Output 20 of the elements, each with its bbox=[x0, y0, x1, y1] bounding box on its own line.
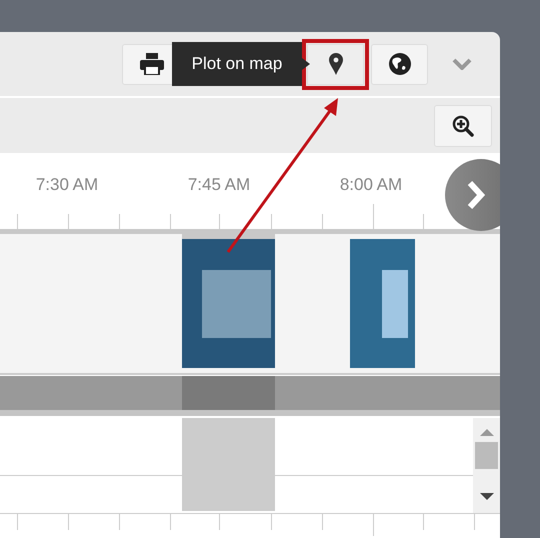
printer-icon bbox=[140, 53, 164, 75]
scrollbar[interactable] bbox=[473, 418, 500, 513]
map-pin-icon bbox=[328, 53, 342, 75]
scroll-up-icon[interactable] bbox=[480, 428, 494, 436]
overview-band[interactable] bbox=[0, 375, 500, 416]
scroll-down-icon[interactable] bbox=[480, 493, 494, 501]
time-label: 8:00 AM bbox=[340, 175, 402, 195]
globe-icon bbox=[388, 53, 410, 75]
chevron-down-icon[interactable] bbox=[452, 58, 472, 70]
chevron-right-icon bbox=[467, 180, 485, 210]
event-block[interactable] bbox=[350, 239, 415, 368]
event-block[interactable] bbox=[182, 239, 275, 368]
globe-button[interactable] bbox=[371, 44, 428, 84]
tooltip: Plot on map bbox=[172, 42, 310, 86]
time-label: 7:45 AM bbox=[188, 175, 250, 195]
next-button[interactable] bbox=[445, 159, 500, 231]
scroll-thumb[interactable] bbox=[475, 442, 498, 469]
time-label: 7:30 AM bbox=[36, 175, 98, 195]
zoom-in-icon bbox=[452, 114, 474, 136]
zoom-in-button[interactable] bbox=[434, 104, 492, 146]
